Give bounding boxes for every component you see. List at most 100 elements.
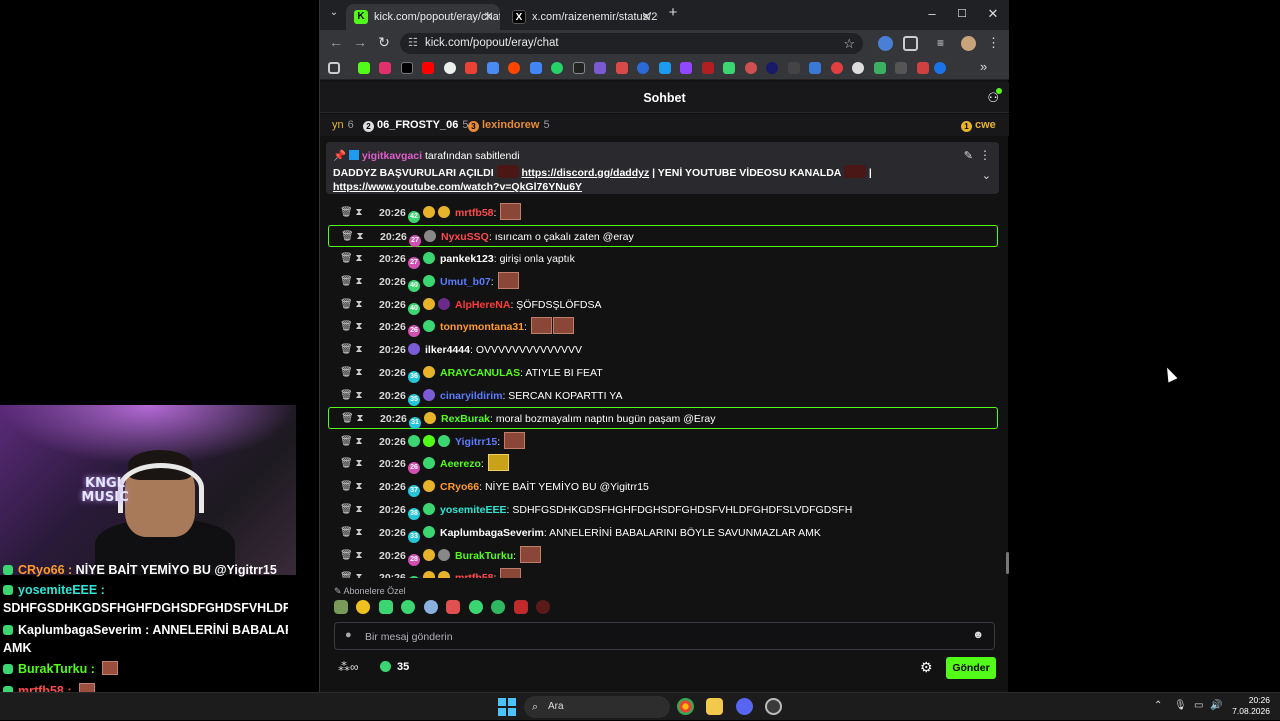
- subscriber-badge-icon[interactable]: 37: [408, 485, 420, 497]
- bookmark-site-icon[interactable]: [702, 62, 714, 74]
- start-button[interactable]: [498, 698, 516, 716]
- youtube-link[interactable]: https://www.youtube.com/watch?v=QkGl76YN…: [333, 181, 582, 193]
- badge-icon[interactable]: [438, 298, 450, 310]
- subscriber-badge-icon[interactable]: 35: [408, 394, 420, 406]
- emote[interactable]: [497, 272, 519, 289]
- chat-message-row[interactable]: 🗑 ⧗20:2642 mrtfb58:: [328, 202, 998, 224]
- emote[interactable]: [552, 317, 574, 334]
- send-button[interactable]: Gönder: [946, 657, 996, 679]
- badge-icon[interactable]: [423, 275, 435, 287]
- message-username[interactable]: mrtfb58: [455, 572, 494, 578]
- message-username[interactable]: mrtfb58: [455, 207, 494, 219]
- badge-icon[interactable]: [423, 571, 435, 578]
- gifter-item[interactable]: 1 cwe: [961, 114, 996, 136]
- extension-icon[interactable]: [878, 36, 893, 51]
- maximize-button[interactable]: ☐: [952, 7, 972, 20]
- mod-actions-icon[interactable]: 🗑 ⧗: [340, 202, 380, 224]
- message-username[interactable]: ARAYCANULAS: [440, 367, 520, 379]
- extensions-puzzle-icon[interactable]: [903, 36, 918, 51]
- badge-icon[interactable]: [438, 206, 450, 218]
- bookmark-site-icon[interactable]: [917, 62, 929, 74]
- badge-icon[interactable]: [423, 389, 435, 401]
- app-icon[interactable]: [765, 698, 782, 715]
- mod-actions-icon[interactable]: 🗑 ⧗: [340, 362, 380, 384]
- mod-actions-icon[interactable]: 🗑 ⧗: [340, 567, 380, 578]
- message-username[interactable]: KaplumbagaSeverim: [440, 527, 544, 539]
- emote[interactable]: [334, 600, 348, 614]
- mod-actions-icon[interactable]: 🗑 ⧗: [340, 316, 380, 338]
- mod-actions-icon[interactable]: 🗑 ⧗: [340, 545, 380, 567]
- profile-avatar[interactable]: [961, 36, 976, 51]
- subscriber-badge-icon[interactable]: 27: [408, 257, 420, 269]
- badge-icon[interactable]: [423, 252, 435, 264]
- message-username[interactable]: tonnymontana31: [440, 321, 524, 333]
- bookmark-google-icon[interactable]: [444, 62, 456, 74]
- volume-icon[interactable]: 🔊: [1210, 700, 1222, 711]
- badge-icon[interactable]: [408, 435, 420, 447]
- tray-chevron-icon[interactable]: ⌃: [1154, 700, 1162, 711]
- subscriber-badge-icon[interactable]: 38: [408, 508, 420, 520]
- mod-actions-icon[interactable]: 🗑 ⧗: [340, 339, 380, 361]
- badge-icon[interactable]: [408, 343, 420, 355]
- chat-message-row[interactable]: 🗑 ⧗ 20:26 37 CRyo66: NİYE BAİT YEMİYO BU @Y…: [328, 476, 998, 498]
- emote[interactable]: [423, 600, 438, 614]
- bookmark-whatsapp-icon[interactable]: [551, 62, 563, 74]
- bookmark-site-icon[interactable]: [874, 62, 886, 74]
- mod-actions-icon[interactable]: 🗑 ⧗: [340, 271, 380, 293]
- emote[interactable]: [530, 317, 552, 334]
- badge-icon[interactable]: [424, 412, 436, 424]
- display-icon[interactable]: ▭: [1194, 700, 1203, 711]
- chat-message-input[interactable]: [365, 628, 955, 645]
- pinned-options-icon[interactable]: ⋮: [979, 148, 991, 162]
- expand-chevron-icon[interactable]: ⌄: [982, 169, 991, 182]
- gifter-item[interactable]: 3 lexindorew 5: [468, 114, 550, 136]
- mod-actions-icon[interactable]: 🗑 ⧗: [340, 453, 380, 475]
- tab-search-icon[interactable]: ⌄: [324, 7, 344, 18]
- chat-message-row[interactable]: 🗑 ⧗ 20:26 35 cinaryildirim: SERCAN KOPARTTI…: [328, 385, 998, 407]
- mod-actions-icon[interactable]: 🗑 ⧗: [340, 499, 380, 521]
- chatters-icon[interactable]: ⚇: [987, 88, 1002, 106]
- emote[interactable]: [487, 454, 509, 471]
- emote[interactable]: [356, 600, 371, 614]
- pinned-by-user[interactable]: yigitkavgaci: [362, 150, 422, 162]
- subscriber-badge-icon[interactable]: 31: [409, 417, 421, 429]
- mod-actions-icon[interactable]: 🗑 ⧗: [340, 476, 380, 498]
- mod-actions-icon[interactable]: 🗑 ⧗: [340, 431, 380, 453]
- chat-message-row[interactable]: 🗑 ⧗ 20:26 27 NyxuSSQ: ısırıcam o çakalı zat…: [328, 225, 998, 247]
- bookmark-site-icon[interactable]: [745, 62, 757, 74]
- emote[interactable]: [513, 600, 528, 614]
- microphone-icon[interactable]: 🎙: [1174, 700, 1187, 711]
- reload-icon[interactable]: ↻: [374, 34, 394, 51]
- chat-message-row[interactable]: 🗑 ⧗ 20:26 31 RexBurak: moral bozmayalım nap…: [328, 407, 998, 429]
- mod-actions-icon[interactable]: 🗑 ⧗: [341, 408, 381, 430]
- bookmark-site-icon[interactable]: [616, 62, 628, 74]
- chat-message-row[interactable]: 🗑 ⧗ 20:26 33 KaplumbagaSeverim: ANNELERİNİ …: [328, 522, 998, 544]
- bookmark-x-icon[interactable]: [401, 62, 413, 74]
- emote[interactable]: [520, 546, 541, 563]
- apps-grid-icon[interactable]: [328, 62, 340, 74]
- taskbar-search[interactable]: ⌕ Ara: [524, 696, 670, 718]
- chat-message-row[interactable]: 🗑 ⧗ 20:26 28 BurakTurku:: [328, 545, 998, 567]
- chat-input-icon[interactable]: ●: [345, 629, 352, 641]
- discord-link[interactable]: https://discord.gg/daddyz: [521, 167, 649, 179]
- bookmark-site-icon[interactable]: [594, 62, 606, 74]
- subscriber-badge-icon[interactable]: 42: [408, 211, 420, 223]
- message-username[interactable]: AlpHereNA: [455, 299, 510, 311]
- new-tab-button[interactable]: +: [663, 4, 683, 21]
- close-tab-icon[interactable]: ✕: [483, 4, 494, 30]
- bookmark-site-icon[interactable]: [831, 62, 843, 74]
- site-info-icon[interactable]: ☷: [408, 33, 418, 54]
- badge-icon[interactable]: [438, 571, 450, 578]
- tab-kick-chat[interactable]: K kick.com/popout/eray/chat ✕: [346, 4, 500, 30]
- chat-message-row[interactable]: 🗑 ⧗ 20:26 40 Umut_b07:: [328, 271, 998, 293]
- bookmark-kick-icon[interactable]: [358, 62, 370, 74]
- bookmark-site-icon[interactable]: [895, 62, 907, 74]
- message-username[interactable]: cinaryildirim: [440, 390, 502, 402]
- chat-message-row[interactable]: 🗑 ⧗ 20:26 ilker4444: OVVVVVVVVVVVVVV: [328, 339, 998, 361]
- bookmark-instagram-icon[interactable]: [379, 62, 391, 74]
- chat-message-row[interactable]: 🗑 ⧗ 20:26 26 Aeerezo:: [328, 453, 998, 475]
- message-username[interactable]: CRyo66: [440, 481, 479, 493]
- bookmark-site-icon[interactable]: [659, 62, 671, 74]
- message-username[interactable]: ilker4444: [425, 344, 470, 356]
- back-icon[interactable]: ←: [326, 34, 346, 50]
